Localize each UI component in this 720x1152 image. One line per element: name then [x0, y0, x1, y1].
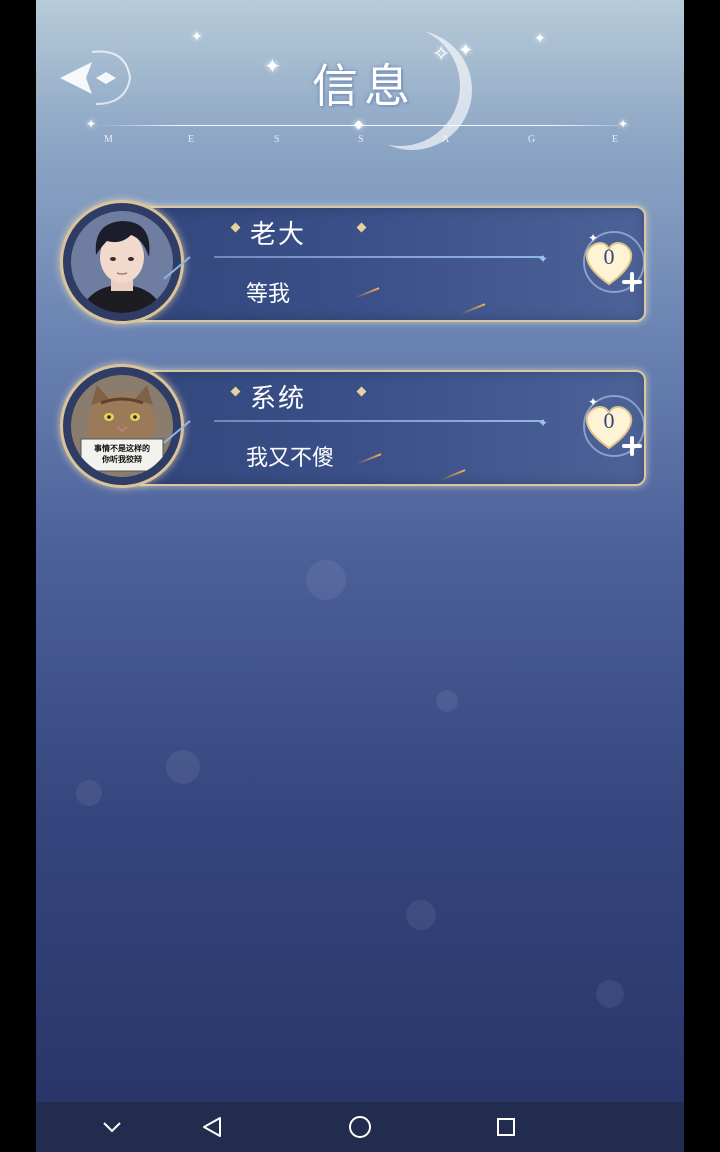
subtitle-letter: E	[188, 134, 195, 145]
subtitle-letter: A	[442, 134, 450, 145]
avatar[interactable]	[60, 200, 184, 324]
subtitle-letter: M	[104, 134, 113, 145]
nav-home-button[interactable]	[330, 1102, 390, 1152]
page-title: 信息	[312, 59, 416, 113]
subtitle-letter: G	[528, 134, 536, 145]
subtitle-letter: S	[274, 134, 280, 145]
svg-text:✦: ✦	[588, 231, 598, 245]
sparkle-icon: ✦	[86, 117, 97, 131]
divider-tip-icon: ✦	[538, 252, 549, 266]
name-divider	[214, 420, 544, 422]
avatar-caption: 事情不是这样的 你听我狡辩	[83, 443, 161, 465]
conversation-card[interactable]: 老大 ✦ 等我 ✦ 0	[60, 200, 646, 324]
contact-name: 系统	[250, 384, 307, 414]
message-screen: ✦ ✦ ✦ ✦ ✧ 信息 ✦ ✦ ◆ M E S S A G E 老大 ✦ 等我…	[36, 0, 684, 1102]
bokeh-circle	[166, 750, 200, 784]
divider-tip-icon: ✦	[538, 416, 549, 430]
bokeh-circle	[406, 900, 436, 930]
sparkle-icon: ✦	[534, 31, 546, 47]
last-message: 我又不傻	[246, 446, 335, 471]
sparkle-icon: ✦	[618, 117, 629, 131]
bokeh-circle	[436, 690, 458, 712]
last-message: 等我	[246, 282, 291, 307]
svg-text:✦: ✦	[588, 395, 598, 409]
man-portrait-icon	[71, 211, 173, 313]
heart-count: 0	[603, 408, 615, 433]
subtitle-letter: E	[612, 134, 619, 145]
heart-add-button[interactable]: ✦ 0	[576, 392, 652, 462]
bokeh-circle	[76, 780, 102, 806]
avatar-image	[71, 211, 173, 313]
chevron-down-icon	[103, 1122, 121, 1133]
heart-add-button[interactable]: ✦ 0	[576, 228, 652, 298]
avatar-caption-line: 事情不是这样的	[94, 444, 150, 453]
home-circle-icon	[349, 1116, 371, 1138]
card-plate	[132, 206, 646, 322]
back-triangle-icon	[203, 1117, 221, 1137]
card-plate	[132, 370, 646, 486]
heart-count: 0	[603, 244, 615, 269]
name-divider	[214, 256, 544, 258]
sparkle-icon: ✦	[264, 54, 281, 78]
nav-collapse-button[interactable]	[82, 1102, 142, 1152]
back-arrow-icon	[60, 50, 132, 105]
recents-square-icon	[497, 1118, 515, 1136]
system-nav-bar	[36, 1102, 684, 1152]
sparkle-icon: ◆	[354, 117, 364, 131]
nav-back-button[interactable]	[182, 1102, 242, 1152]
avatar[interactable]: 事情不是这样的 你听我狡辩	[60, 364, 184, 488]
title-underline	[96, 125, 636, 126]
subtitle-letter: S	[358, 134, 364, 145]
bokeh-circle	[596, 980, 624, 1008]
avatar-caption-line: 你听我狡辩	[102, 455, 142, 464]
avatar-image: 事情不是这样的 你听我狡辩	[71, 375, 173, 477]
contact-name: 老大	[250, 220, 307, 250]
conversation-card[interactable]: 事情不是这样的 你听我狡辩 系统 ✦ 我又不傻 ✦ 0	[60, 364, 646, 488]
nav-recents-button[interactable]	[476, 1102, 536, 1152]
back-button[interactable]	[56, 48, 136, 108]
sparkle-icon: ✦	[191, 29, 203, 45]
bokeh-circle	[306, 560, 346, 600]
